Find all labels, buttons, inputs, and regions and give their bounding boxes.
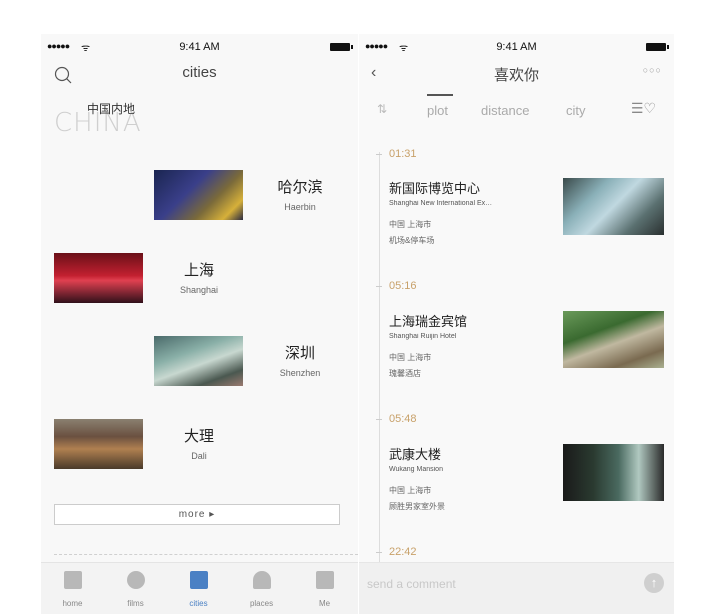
tab-label: places xyxy=(249,599,274,608)
film-reel-icon xyxy=(126,571,145,589)
page-title: cities xyxy=(182,64,217,81)
scene-timestamp: 05:16 xyxy=(376,280,417,292)
tab-bar: home films cities places Me xyxy=(41,562,358,614)
briefcase-icon xyxy=(315,571,334,589)
timeline xyxy=(379,152,380,562)
tab-label: Me xyxy=(318,599,331,608)
city-item-shanghai[interactable]: 上海 Shanghai xyxy=(41,253,358,305)
more-options-icon[interactable]: ○○○ xyxy=(643,65,662,75)
status-time: 9:41 AM xyxy=(496,41,537,53)
city-thumbnail xyxy=(154,170,243,220)
scene-place: 机场&停车场 xyxy=(389,236,435,245)
tab-films[interactable]: films xyxy=(104,563,167,614)
city-name-en: Shenzhen xyxy=(279,368,321,378)
city-name: 深圳 xyxy=(284,345,315,362)
status-bar: ●●●●● ᯤ 9:41 AM xyxy=(359,34,674,60)
filter-tab-distance[interactable]: distance xyxy=(481,103,529,118)
scene-thumbnail xyxy=(563,178,664,235)
city-item-dali[interactable]: 大理 Dali xyxy=(41,419,358,471)
page-title: 喜欢你 xyxy=(493,67,539,84)
tab-home[interactable]: home xyxy=(41,563,104,614)
active-filter-indicator xyxy=(427,94,453,96)
tab-cities[interactable]: cities xyxy=(167,563,230,614)
favorites-list-icon[interactable]: ☰♡ xyxy=(631,100,656,117)
city-item-shenzhen[interactable]: 深圳 Shenzhen xyxy=(41,336,358,388)
battery-icon xyxy=(330,43,353,51)
cities-icon xyxy=(189,571,208,589)
more-button[interactable]: more ▸ xyxy=(54,504,340,525)
scene-item[interactable]: 新国际博览中心 Shanghai New International Ex… 中… xyxy=(389,178,664,246)
divider xyxy=(54,554,358,555)
city-thumbnail xyxy=(54,419,143,469)
city-name-en: Dali xyxy=(191,451,207,461)
scene-place: 瑰馨酒店 xyxy=(389,369,421,378)
home-icon xyxy=(63,571,82,589)
status-bar: ●●●●● ᯤ 9:41 AM xyxy=(41,34,358,60)
city-name: 大理 xyxy=(183,428,214,445)
city-item-harbin[interactable]: 哈尔滨 Haerbin xyxy=(41,170,358,222)
comment-input[interactable] xyxy=(367,573,627,595)
city-name: 哈尔滨 xyxy=(277,179,323,196)
person-icon xyxy=(252,571,271,589)
sort-icon[interactable]: ⇅ xyxy=(377,102,387,116)
region-label[interactable]: 中国内地 xyxy=(87,100,135,117)
comment-bar: ↑ xyxy=(359,562,674,614)
battery-icon xyxy=(646,43,669,51)
tab-me[interactable]: Me xyxy=(293,563,356,614)
scene-timestamp: 05:48 xyxy=(376,413,417,425)
scene-title-en: Shanghai Ruijin Hotel xyxy=(389,333,457,340)
tab-label: films xyxy=(127,599,144,608)
city-thumbnail xyxy=(54,253,143,303)
scene-thumbnail xyxy=(563,311,664,368)
tab-places[interactable]: places xyxy=(230,563,293,614)
scene-item[interactable]: 武康大楼 Wukang Mansion 中国 上海市 顾胜男家室外景 xyxy=(389,444,664,512)
city-name: 上海 xyxy=(183,262,214,279)
city-name-en: Shanghai xyxy=(179,285,219,295)
film-detail-screen: ●●●●● ᯤ 9:41 AM ‹ 喜欢你 ○○○ ⇅ plot distanc… xyxy=(359,34,674,614)
scene-title-en: Wukang Mansion xyxy=(389,466,443,473)
scene-title-en: Shanghai New International Ex… xyxy=(389,200,493,207)
city-thumbnail xyxy=(154,336,243,386)
scene-timestamp: 22:42 xyxy=(376,546,417,558)
filter-tab-plot[interactable]: plot xyxy=(427,103,448,118)
scene-thumbnail xyxy=(563,444,664,501)
tab-label: cities xyxy=(189,599,208,608)
tab-label: home xyxy=(62,599,83,608)
status-time: 9:41 AM xyxy=(179,41,220,53)
scene-place: 顾胜男家室外景 xyxy=(389,502,445,511)
scene-timestamp: 01:31 xyxy=(376,148,417,160)
send-button[interactable]: ↑ xyxy=(644,573,664,593)
city-name-en: Haerbin xyxy=(284,202,316,212)
cities-screen: ●●●●● ᯤ 9:41 AM cities CHINA 中国内地 哈尔滨 Ha… xyxy=(41,34,358,614)
filter-tab-city[interactable]: city xyxy=(566,103,586,118)
scene-item[interactable]: 上海瑞金宾馆 Shanghai Ruijin Hotel 中国 上海市 瑰馨酒店 xyxy=(389,311,664,379)
